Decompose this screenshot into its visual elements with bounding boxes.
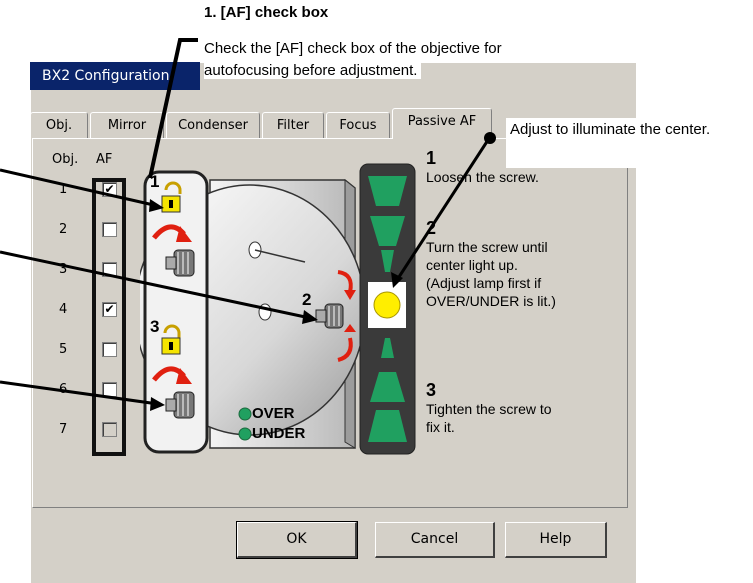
obj-number-2: 2 (59, 222, 68, 237)
obj-number-6: 6 (59, 382, 68, 397)
window-title: BX2 Configuration (30, 62, 200, 90)
tab-obj[interactable]: Obj. (30, 112, 88, 138)
step3-number: 3 (426, 380, 437, 400)
obj-number-1: 1 (59, 182, 68, 197)
illustration-number-1: 1 (150, 172, 160, 191)
over-label: OVER (252, 405, 295, 422)
cancel-button[interactable]: Cancel (375, 522, 495, 558)
position-indicator (359, 163, 416, 455)
step2-number: 2 (426, 218, 437, 238)
obj-number-4: 4 (59, 302, 68, 317)
under-lamp (238, 427, 252, 441)
callout-note: Adjust to illuminate the center. (506, 118, 742, 168)
obj-number-5: 5 (59, 342, 68, 357)
over-lamp (238, 407, 252, 421)
annotation-text-line1: Check the [AF] check box of the objectiv… (204, 40, 502, 57)
help-button[interactable]: Help (505, 522, 607, 558)
annotation-text-line2: autofocusing before adjustment. (204, 62, 422, 79)
step3-line1: Tighten the screw to (426, 401, 552, 417)
tab-condenser[interactable]: Condenser (166, 112, 260, 138)
step1-number: 1 (426, 148, 437, 168)
annotation-header: 1. [AF] check box (204, 4, 329, 21)
tab-filter[interactable]: Filter (262, 112, 324, 138)
af-column-highlight (92, 178, 126, 456)
illustration-number-2: 2 (302, 290, 312, 309)
tab-focus[interactable]: Focus (326, 112, 390, 138)
step3-line2: fix it. (426, 419, 455, 435)
illustration-number-3: 3 (150, 317, 160, 336)
tab-passive-af[interactable]: Passive AF (392, 108, 492, 139)
obj-number-7: 7 (59, 422, 68, 437)
column-header-af: AF (96, 152, 113, 167)
step2-line3: (Adjust lamp first if (426, 275, 542, 291)
obj-number-3: 3 (59, 262, 68, 277)
step2-line1: Turn the screw until (426, 239, 548, 255)
step1-text: Loosen the screw. (426, 169, 539, 185)
step2-line4: OVER/UNDER is lit.) (426, 293, 556, 309)
tab-mirror[interactable]: Mirror (90, 112, 164, 138)
step2-line2: center light up. (426, 257, 518, 273)
column-header-obj: Obj. (52, 152, 79, 167)
ok-button[interactable]: OK (236, 521, 358, 559)
under-label: UNDER (252, 425, 306, 442)
